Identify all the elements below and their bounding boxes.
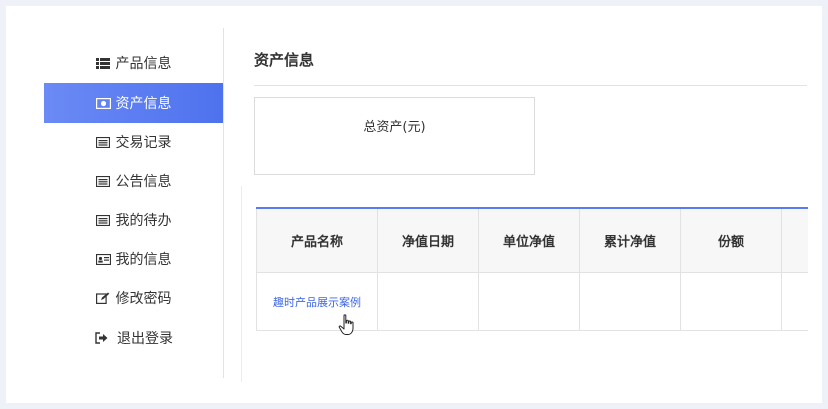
app-frame: 产品信息 资产信息 交易记录 公告信息 我的待办 我的信息 修改密码 退出登录 …	[6, 6, 822, 403]
sidebar-divider	[223, 28, 224, 378]
sidebar-item-announcements[interactable]: 公告信息	[44, 161, 223, 201]
list-icon	[96, 57, 111, 69]
sidebar-item-label: 公告信息	[115, 174, 172, 190]
table-cell	[579, 272, 681, 331]
list-alt-icon	[96, 214, 111, 226]
sidebar-item-label: 修改密码	[115, 291, 172, 307]
product-link[interactable]: 趣时产品展示案例	[273, 296, 361, 309]
sidebar-item-label: 产品信息	[115, 56, 172, 72]
page-title: 资产信息	[254, 51, 315, 69]
money-icon	[95, 97, 111, 109]
sidebar-item-label: 退出登录	[117, 331, 173, 347]
table-cell	[478, 272, 580, 331]
id-card-icon	[95, 253, 111, 265]
column-header-cumulative-nav: 累计净值	[579, 207, 681, 273]
column-header-unit-nav: 单位净值	[478, 207, 580, 273]
column-header-shares: 份额	[680, 207, 782, 273]
sign-out-icon	[94, 332, 109, 344]
hand-pointer-icon	[338, 314, 358, 340]
total-assets-card: 总资产(元)	[254, 97, 535, 175]
sidebar-item-label: 交易记录	[115, 135, 172, 151]
sidebar-item-label: 我的待办	[115, 213, 172, 229]
main-content: 资产信息 总资产(元) 产品名称 净值日期 单位净值 累计净值 份额 趣时产品展…	[241, 24, 822, 394]
sidebar-item-my-info[interactable]: 我的信息	[44, 239, 223, 279]
table-cell	[377, 272, 479, 331]
table-cell	[781, 272, 808, 331]
column-header-nav-date: 净值日期	[377, 207, 479, 273]
total-assets-label: 总资产(元)	[363, 120, 426, 135]
sidebar-item-label: 我的信息	[115, 252, 172, 268]
column-header-product-name: 产品名称	[256, 207, 378, 273]
sidebar-item-label: 资产信息	[115, 96, 172, 112]
edit-icon	[96, 292, 111, 304]
holdings-section: 产品名称 净值日期 单位净值 累计净值 份额 趣时产品展示案例	[241, 186, 808, 382]
sidebar-item-change-password[interactable]: 修改密码	[44, 278, 223, 318]
sidebar-item-product-info[interactable]: 产品信息	[44, 43, 223, 83]
sidebar-item-transactions[interactable]: 交易记录	[44, 122, 223, 162]
sidebar-item-asset-info[interactable]: 资产信息	[44, 83, 223, 123]
list-alt-icon	[96, 175, 111, 187]
column-header-extra	[781, 207, 808, 273]
title-divider	[254, 85, 807, 86]
list-alt-icon	[96, 136, 111, 148]
table-header-row: 产品名称 净值日期 单位净值 累计净值 份额	[256, 207, 808, 273]
sidebar-item-logout[interactable]: 退出登录	[44, 318, 223, 358]
table-cell-product-name: 趣时产品展示案例	[256, 272, 378, 331]
sidebar: 产品信息 资产信息 交易记录 公告信息 我的待办 我的信息 修改密码 退出登录	[44, 24, 223, 378]
sidebar-item-todo[interactable]: 我的待办	[44, 200, 223, 240]
holdings-table: 产品名称 净值日期 单位净值 累计净值 份额 趣时产品展示案例	[256, 207, 808, 331]
table-cell	[680, 272, 782, 331]
